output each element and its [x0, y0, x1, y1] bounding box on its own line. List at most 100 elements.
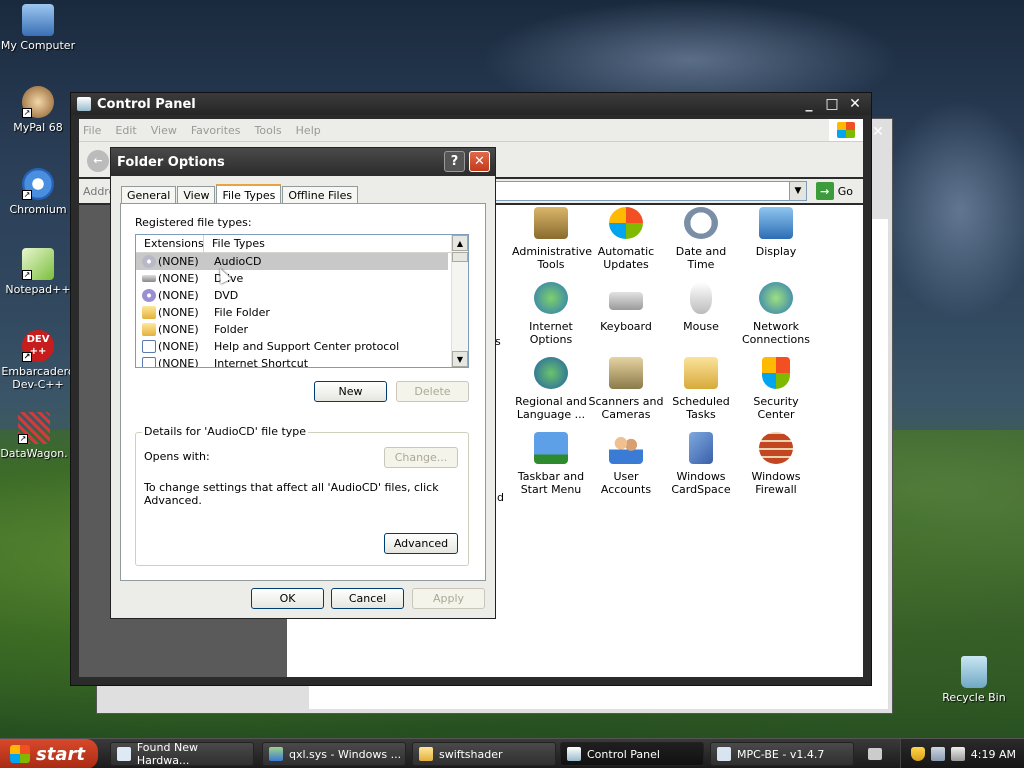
keyboard-tray-icon[interactable]: [868, 748, 882, 760]
taskbar-button-swiftshader[interactable]: swiftshader: [412, 742, 556, 766]
list-item[interactable]: (NONE) AudioCD: [136, 253, 448, 270]
menu-help[interactable]: Help: [296, 124, 321, 137]
list-item[interactable]: (NONE) File Folder: [136, 304, 448, 321]
chromium-icon: ↗: [22, 168, 54, 200]
network-icon[interactable]: [930, 747, 945, 761]
menu-file[interactable]: File: [83, 124, 101, 137]
file-types-panel: Registered file types: Extensions File T…: [120, 203, 486, 581]
cp-item-windows-firewall[interactable]: Windows Firewall: [737, 432, 815, 496]
apply-button[interactable]: Apply: [412, 588, 485, 609]
ok-button[interactable]: OK: [251, 588, 324, 609]
computer-icon: [22, 4, 54, 36]
desktop-icon-devcpp[interactable]: DEV ++ ↗ Embarcadero Dev-C++: [0, 330, 78, 391]
drive-icon: [142, 275, 156, 282]
advanced-note: To change settings that affect all 'Audi…: [144, 481, 439, 507]
cp-item-automatic-updates[interactable]: Automatic Updates: [587, 207, 665, 271]
cp-item-scheduled-tasks[interactable]: Scheduled Tasks: [662, 357, 740, 421]
globe-icon: [534, 282, 568, 314]
image-viewer-icon: [269, 747, 283, 761]
folder-options-tabs: General View File Types Offline Files: [121, 184, 359, 205]
folder-options-dialog[interactable]: Folder Options ? ✕ General View File Typ…: [110, 147, 496, 619]
menu-view[interactable]: View: [151, 124, 177, 137]
cp-item-regional-and-language[interactable]: Regional and Language ...: [512, 357, 590, 421]
desktop-icon-my-computer[interactable]: My Computer: [0, 4, 78, 52]
menu-edit[interactable]: Edit: [115, 124, 136, 137]
scroll-thumb[interactable]: [452, 252, 468, 262]
change-button[interactable]: Change...: [384, 447, 458, 468]
mouse-icon: [690, 282, 712, 314]
scroll-up-icon[interactable]: ▲: [452, 235, 468, 251]
folder-options-titlebar[interactable]: Folder Options ? ✕: [111, 148, 495, 176]
taskbar-button-control-panel[interactable]: Control Panel: [560, 742, 704, 766]
cp-item-date-and-time[interactable]: Date and Time: [662, 207, 740, 271]
desktop-icon-mypal[interactable]: ↗ MyPal 68: [0, 86, 78, 134]
window-icon: [117, 747, 131, 761]
volume-icon[interactable]: [950, 747, 965, 761]
go-button[interactable]: → Go: [815, 182, 853, 200]
mypal-icon: ↗: [22, 86, 54, 118]
tab-offline-files[interactable]: Offline Files: [282, 186, 359, 204]
control-panel-title: Control Panel: [97, 96, 196, 112]
list-item[interactable]: (NONE) DVD: [136, 287, 448, 304]
desktop-icon-recycle-bin[interactable]: Recycle Bin: [934, 656, 1014, 704]
cp-item-taskbar-and-start-menu[interactable]: Taskbar and Start Menu: [512, 432, 590, 496]
control-panel-titlebar[interactable]: Control Panel _ □ ✕: [71, 93, 871, 115]
taskbar-button-mpc-be[interactable]: MPC-BE - v1.4.7: [710, 742, 854, 766]
cp-item-display[interactable]: Display: [737, 207, 815, 258]
regional-globe-icon: [534, 357, 568, 389]
recycle-bin-icon: [961, 656, 987, 688]
list-item[interactable]: (NONE) Folder: [136, 321, 448, 338]
control-panel-icon: [567, 747, 581, 761]
desktop-icon-chromium[interactable]: ↗ Chromium: [0, 168, 78, 216]
minimize-icon[interactable]: _: [799, 95, 819, 113]
shield-icon: [762, 357, 790, 389]
cp-item-internet-options[interactable]: Internet Options: [512, 282, 590, 346]
desktop-icon-notepadpp[interactable]: ↗ Notepad++: [0, 248, 78, 296]
opens-with-label: Opens with:: [144, 450, 210, 463]
list-item[interactable]: (NONE) Drive: [136, 270, 448, 287]
maximize-icon[interactable]: □: [822, 95, 842, 113]
close-icon[interactable]: ✕: [469, 151, 490, 172]
cp-item-security-center[interactable]: Security Center: [737, 357, 815, 421]
back-arrow-icon[interactable]: ←: [87, 150, 109, 172]
scroll-down-icon[interactable]: ▼: [452, 351, 468, 367]
taskbar-button-qxl-sys[interactable]: qxl.sys - Windows ...: [262, 742, 406, 766]
cp-item-keyboard[interactable]: Keyboard: [587, 282, 665, 333]
list-scrollbar[interactable]: ▲ ▼: [451, 235, 468, 367]
cp-item-mouse[interactable]: Mouse: [662, 282, 740, 333]
tab-view[interactable]: View: [177, 186, 216, 204]
cp-item-network-connections[interactable]: Network Connections: [737, 282, 815, 346]
cp-item-administrative-tools[interactable]: Administrative Tools: [512, 207, 592, 271]
datawagon-icon: ↗: [18, 412, 50, 444]
keyboard-icon: [609, 292, 643, 310]
desktop-icon-datawagon[interactable]: ↗ DataWagon.: [0, 412, 74, 460]
cp-item-user-accounts[interactable]: User Accounts: [587, 432, 665, 496]
advanced-button[interactable]: Advanced: [384, 533, 458, 554]
column-extensions[interactable]: Extensions: [136, 235, 204, 252]
file-types-list[interactable]: Extensions File Types (NONE) AudioCD (NO…: [135, 234, 469, 368]
control-panel-menubar: File Edit View Favorites Tools Help: [79, 119, 863, 141]
help-icon[interactable]: ?: [444, 151, 465, 172]
folder-icon: [419, 747, 433, 761]
devcpp-icon: DEV ++ ↗: [22, 330, 54, 362]
new-button[interactable]: New: [314, 381, 387, 402]
start-button[interactable]: start: [0, 739, 98, 768]
list-item[interactable]: (NONE) Internet Shortcut: [136, 355, 448, 367]
cp-item-scanners-and-cameras[interactable]: Scanners and Cameras: [587, 357, 665, 421]
column-file-types[interactable]: File Types: [204, 235, 450, 252]
list-item[interactable]: (NONE) Help and Support Center protocol: [136, 338, 448, 355]
address-dropdown-icon[interactable]: ▼: [789, 181, 807, 201]
security-shield-icon[interactable]: [910, 747, 925, 761]
administrative-tools-icon: [534, 207, 568, 239]
delete-button[interactable]: Delete: [396, 381, 469, 402]
scheduled-tasks-folder-icon: [684, 357, 718, 389]
clock[interactable]: 4:19 AM: [971, 748, 1016, 761]
menu-tools[interactable]: Tools: [255, 124, 282, 137]
close-icon[interactable]: ✕: [845, 95, 865, 113]
tab-general[interactable]: General: [121, 186, 177, 204]
taskbar-button-found-new-hardware[interactable]: Found New Hardwa...: [110, 741, 254, 767]
menu-favorites[interactable]: Favorites: [191, 124, 241, 137]
tab-file-types[interactable]: File Types: [216, 184, 282, 205]
cp-item-windows-cardspace[interactable]: Windows CardSpace: [662, 432, 740, 496]
cancel-button[interactable]: Cancel: [331, 588, 404, 609]
